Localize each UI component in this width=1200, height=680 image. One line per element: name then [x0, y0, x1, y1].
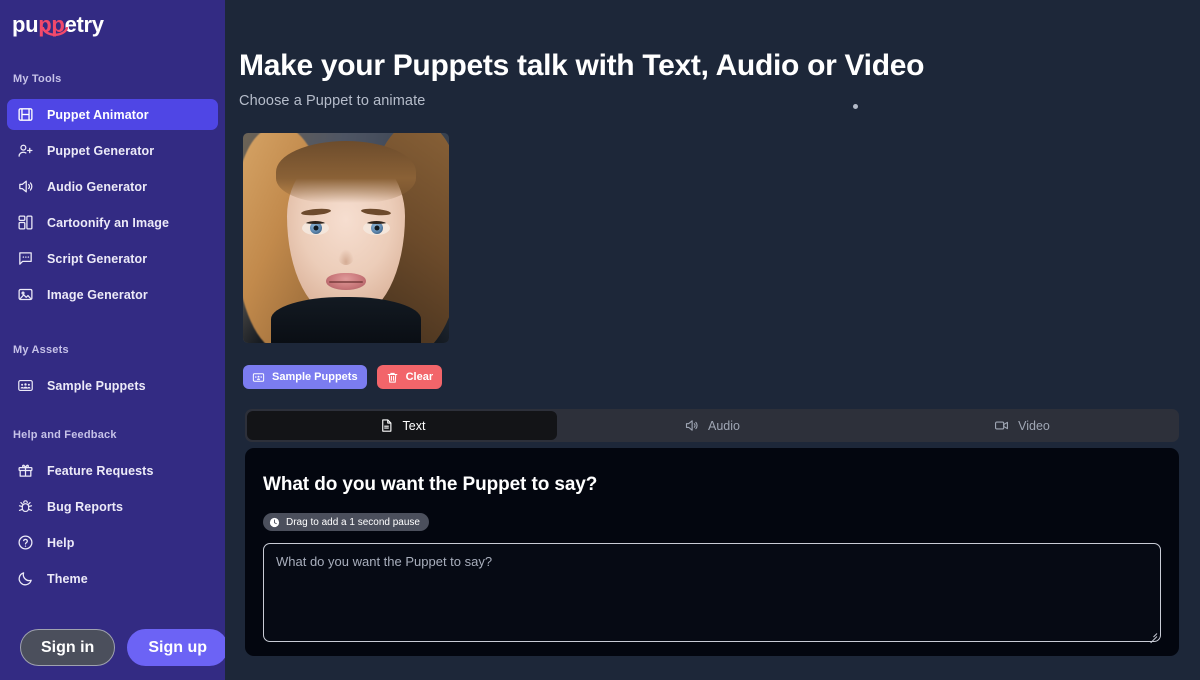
- tab-video-label: Video: [1018, 418, 1050, 433]
- sign-in-button[interactable]: Sign in: [20, 629, 116, 666]
- sidebar-item-puppet-animator[interactable]: Puppet Animator: [7, 99, 218, 130]
- tab-audio[interactable]: Audio: [557, 411, 867, 440]
- sidebar-item-label: Sample Puppets: [47, 378, 146, 393]
- section-label-help-and-feedback: Help and Feedback: [13, 429, 117, 441]
- section-label-my-tools: My Tools: [13, 73, 62, 85]
- speaker-wave-icon: [16, 177, 35, 196]
- sign-up-button[interactable]: Sign up: [127, 629, 228, 666]
- bug-icon: [16, 497, 35, 516]
- page-subtitle: Choose a Puppet to animate: [239, 93, 426, 109]
- user-plus-icon: [16, 141, 35, 160]
- smile-arc-icon: [42, 27, 68, 36]
- sidebar-item-label: Image Generator: [47, 287, 148, 302]
- image-icon: [16, 285, 35, 304]
- brand-logo-text: puppetry: [12, 12, 104, 38]
- puppet-actions: Sample Puppets Clear: [243, 365, 1180, 389]
- sidebar-item-label: Puppet Generator: [47, 143, 155, 158]
- sidebar-item-puppet-generator[interactable]: Puppet Generator: [7, 135, 218, 166]
- brand-logo[interactable]: puppetry: [0, 4, 225, 48]
- nav-my-tools: Puppet Animator Puppet Generator Audio G…: [0, 99, 225, 310]
- tab-text[interactable]: Text: [247, 411, 557, 440]
- video-camera-icon: [994, 418, 1009, 433]
- clear-button-label: Clear: [405, 371, 434, 383]
- document-icon: [379, 418, 394, 433]
- users-card-icon: [16, 376, 35, 395]
- sidebar-item-help[interactable]: Help: [7, 527, 218, 558]
- speech-textarea[interactable]: [263, 542, 1161, 642]
- film-strip-icon: [16, 105, 35, 124]
- tab-video[interactable]: Video: [867, 411, 1177, 440]
- sidebar-item-sample-puppets[interactable]: Sample Puppets: [7, 370, 218, 401]
- sidebar: puppetry My Tools Puppet Animator Puppet…: [0, 0, 228, 680]
- sidebar-item-label: Help: [47, 535, 75, 550]
- layout-dashboard-icon: [16, 213, 35, 232]
- users-card-icon: [252, 371, 265, 384]
- sidebar-item-theme[interactable]: Theme: [7, 563, 218, 594]
- clear-button[interactable]: Clear: [376, 365, 443, 389]
- chat-bubble-icon: [16, 249, 35, 268]
- brand-name-post: etry: [64, 12, 104, 37]
- section-label-my-assets: My Assets: [13, 344, 69, 356]
- sidebar-item-script-generator[interactable]: Script Generator: [7, 243, 218, 274]
- sidebar-item-cartoonify-an-image[interactable]: Cartoonify an Image: [7, 207, 218, 238]
- speech-textarea-wrapper: [263, 542, 1161, 643]
- sidebar-item-audio-generator[interactable]: Audio Generator: [7, 171, 218, 202]
- trash-icon: [386, 371, 399, 384]
- sidebar-item-label: Bug Reports: [47, 499, 124, 514]
- sample-puppets-button[interactable]: Sample Puppets: [243, 365, 367, 389]
- sample-puppets-button-label: Sample Puppets: [272, 371, 358, 383]
- pause-chip-label: Drag to add a 1 second pause: [286, 516, 420, 528]
- sidebar-item-label: Audio Generator: [47, 179, 148, 194]
- page-title: Make your Puppets talk with Text, Audio …: [239, 49, 925, 82]
- panel-heading: What do you want the Puppet to say?: [263, 474, 598, 495]
- puppet-portrait-image: [243, 133, 449, 343]
- question-circle-icon: [16, 533, 35, 552]
- auth-buttons: Sign in Sign up: [20, 629, 228, 666]
- sidebar-item-image-generator[interactable]: Image Generator: [7, 279, 218, 310]
- mode-tabs: Text Audio Video: [245, 409, 1179, 442]
- app-root: puppetry My Tools Puppet Animator Puppet…: [0, 0, 1200, 680]
- brand-name-pre: pu: [12, 12, 39, 37]
- sidebar-item-label: Script Generator: [47, 251, 148, 266]
- tab-audio-label: Audio: [708, 418, 740, 433]
- cursor-artifact-icon: [853, 104, 858, 109]
- sidebar-item-label: Cartoonify an Image: [47, 215, 170, 230]
- sidebar-item-label: Theme: [47, 571, 88, 586]
- sidebar-item-label: Feature Requests: [47, 463, 154, 478]
- clock-icon: [269, 517, 280, 528]
- nav-help-feedback: Feature Requests Bug Reports Help Theme: [0, 455, 225, 594]
- gift-icon: [16, 461, 35, 480]
- sidebar-item-label: Puppet Animator: [47, 107, 149, 122]
- main-content: Make your Puppets talk with Text, Audio …: [225, 0, 1200, 680]
- puppet-thumbnail[interactable]: [243, 133, 449, 343]
- pause-chip[interactable]: Drag to add a 1 second pause: [263, 513, 429, 531]
- moon-icon: [16, 569, 35, 588]
- sidebar-item-feature-requests[interactable]: Feature Requests: [7, 455, 218, 486]
- tab-text-label: Text: [402, 418, 426, 433]
- text-panel: What do you want the Puppet to say? Drag…: [245, 448, 1179, 656]
- sidebar-item-bug-reports[interactable]: Bug Reports: [7, 491, 218, 522]
- speaker-wave-icon: [684, 418, 699, 433]
- nav-my-assets: Sample Puppets: [0, 370, 225, 401]
